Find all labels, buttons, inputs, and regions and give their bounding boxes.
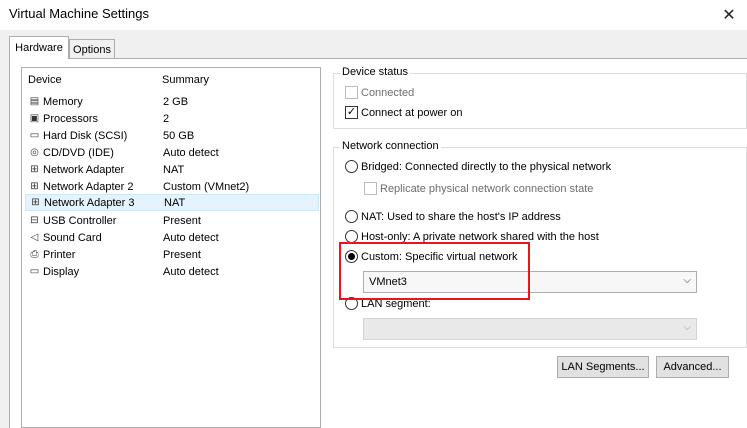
device-name: Hard Disk (SCSI) xyxy=(43,129,128,142)
network-adapter-icon: ⊞ xyxy=(30,164,39,175)
radio-circle[interactable] xyxy=(345,210,358,223)
device-column-header[interactable]: Device xyxy=(28,74,62,86)
device-row-processors[interactable]: ▣ Processors 2 xyxy=(25,110,319,127)
device-summary: Auto detect xyxy=(163,146,219,159)
radio-circle[interactable] xyxy=(345,230,358,243)
checkbox-box[interactable] xyxy=(345,86,358,99)
connected-checkbox[interactable]: Connected xyxy=(345,86,414,99)
device-status-label: Device status xyxy=(340,66,411,78)
host-only-label: Host-only: A private network shared with… xyxy=(361,230,599,243)
radio-circle[interactable] xyxy=(345,250,358,263)
printer-icon: ⎙ xyxy=(30,249,39,260)
processor-icon: ▣ xyxy=(29,113,40,124)
device-row-hard-disk[interactable]: ▭ Hard Disk (SCSI) 50 GB xyxy=(25,127,319,144)
device-row-network-adapter[interactable]: ⊞ Network Adapter NAT xyxy=(25,161,319,178)
device-name: Network Adapter 3 xyxy=(44,196,135,209)
check-icon: ✓ xyxy=(346,106,357,118)
device-list: Device Summary ▤ Memory 2 GB ▣ Processor… xyxy=(21,67,321,428)
close-button[interactable]: ✕ xyxy=(711,0,747,30)
device-summary: Auto detect xyxy=(163,231,219,244)
sound-card-icon: ◁ xyxy=(30,232,39,243)
usb-controller-icon: ⊟ xyxy=(30,215,39,226)
chevron-down-icon: ⌵ xyxy=(683,275,691,286)
window-title: Virtual Machine Settings xyxy=(9,6,149,21)
device-summary: 2 GB xyxy=(163,95,189,108)
tab-hardware[interactable]: Hardware xyxy=(9,36,69,59)
tab-options[interactable]: Options xyxy=(69,39,115,59)
connected-label: Connected xyxy=(361,86,415,99)
lan-segment-label: LAN segment: xyxy=(361,297,431,310)
device-row-display[interactable]: ▭ Display Auto detect xyxy=(25,263,319,280)
nat-radio[interactable]: NAT: Used to share the host's IP address xyxy=(345,210,561,223)
replicate-checkbox[interactable]: Replicate physical network connection st… xyxy=(364,182,593,195)
device-name: Network Adapter xyxy=(43,163,125,176)
connect-at-power-on-label: Connect at power on xyxy=(361,106,463,119)
close-icon[interactable]: ✕ xyxy=(722,5,735,25)
device-row-sound-card[interactable]: ◁ Sound Card Auto detect xyxy=(25,229,319,246)
device-name: Processors xyxy=(43,112,99,125)
memory-icon: ▤ xyxy=(29,96,40,107)
device-name: Network Adapter 2 xyxy=(43,180,134,193)
device-row-network-adapter-2[interactable]: ⊞ Network Adapter 2 Custom (VMnet2) xyxy=(25,178,319,195)
custom-network-select[interactable]: VMnet3 ⌵ xyxy=(363,271,697,293)
replicate-label: Replicate physical network connection st… xyxy=(380,182,594,195)
device-name: Memory xyxy=(43,95,83,108)
device-summary: 2 xyxy=(163,112,170,125)
device-row-cd-dvd[interactable]: ◎ CD/DVD (IDE) Auto detect xyxy=(25,144,319,161)
device-name: Display xyxy=(43,265,80,278)
custom-label: Custom: Specific virtual network xyxy=(361,250,518,263)
title-bar: Virtual Machine Settings ✕ xyxy=(0,0,747,30)
chevron-down-icon: ⌵ xyxy=(683,322,691,333)
radio-circle[interactable] xyxy=(345,160,358,173)
device-name: CD/DVD (IDE) xyxy=(43,146,114,159)
lan-segment-radio[interactable]: LAN segment: xyxy=(345,297,431,310)
custom-network-value: VMnet3 xyxy=(369,276,407,288)
device-summary: 50 GB xyxy=(163,129,195,142)
checkbox-box[interactable]: ✓ xyxy=(345,106,358,119)
bridged-radio[interactable]: Bridged: Connected directly to the physi… xyxy=(345,160,611,173)
hard-disk-icon: ▭ xyxy=(29,130,40,141)
device-summary: NAT xyxy=(164,196,186,209)
device-row-memory[interactable]: ▤ Memory 2 GB xyxy=(25,93,319,110)
network-connection-label: Network connection xyxy=(340,140,441,152)
custom-radio[interactable]: Custom: Specific virtual network xyxy=(345,250,518,263)
cd-dvd-icon: ◎ xyxy=(30,147,39,158)
device-row-network-adapter-3[interactable]: ⊞ Network Adapter 3 NAT xyxy=(25,194,319,211)
lan-segments-button[interactable]: LAN Segments... xyxy=(557,356,649,378)
checkbox-box[interactable] xyxy=(364,182,377,195)
radio-circle[interactable] xyxy=(345,297,358,310)
device-summary: Present xyxy=(163,214,201,227)
device-status-group: Device status xyxy=(333,66,747,129)
advanced-button[interactable]: Advanced... xyxy=(656,356,729,378)
device-name: Printer xyxy=(43,248,76,261)
device-summary: Auto detect xyxy=(163,265,219,278)
device-summary: NAT xyxy=(163,163,185,176)
device-row-printer[interactable]: ⎙ Printer Present xyxy=(25,246,319,263)
summary-column-header[interactable]: Summary xyxy=(162,74,209,86)
lan-segment-select[interactable]: ⌵ xyxy=(363,318,697,340)
network-adapter-icon: ⊞ xyxy=(30,181,39,192)
host-only-radio[interactable]: Host-only: A private network shared with… xyxy=(345,230,599,243)
device-name: USB Controller xyxy=(43,214,117,227)
device-summary: Custom (VMnet2) xyxy=(163,180,250,193)
device-name: Sound Card xyxy=(43,231,102,244)
bridged-label: Bridged: Connected directly to the physi… xyxy=(361,160,612,173)
device-row-usb-controller[interactable]: ⊟ USB Controller Present xyxy=(25,212,319,229)
network-adapter-icon: ⊞ xyxy=(31,197,40,208)
display-icon: ▭ xyxy=(29,266,40,277)
device-summary: Present xyxy=(163,248,201,261)
connect-at-power-on-checkbox[interactable]: ✓ Connect at power on xyxy=(345,106,463,119)
nat-label: NAT: Used to share the host's IP address xyxy=(361,210,561,223)
